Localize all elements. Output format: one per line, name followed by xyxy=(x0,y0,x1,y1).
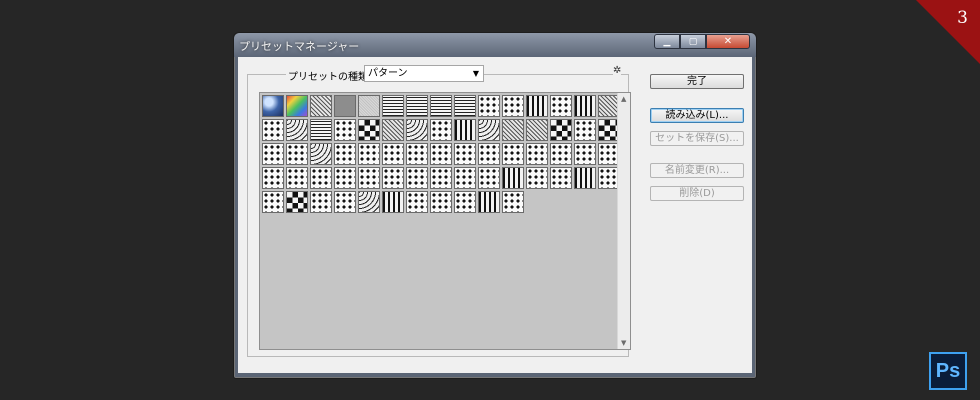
minimize-button[interactable]: ▁ xyxy=(654,34,680,49)
pattern-swatch-stripes[interactable] xyxy=(574,167,596,189)
pattern-swatch-dots[interactable] xyxy=(286,167,308,189)
pattern-swatch-dots[interactable] xyxy=(286,143,308,165)
pattern-swatch-waves[interactable] xyxy=(478,119,500,141)
pattern-swatch-gray[interactable] xyxy=(334,95,356,117)
pattern-swatch-noise[interactable] xyxy=(358,95,380,117)
dialog-client-area: プリセットの種類(P)： パターン ▼ ✲ ▲ ▼ 完了 読み込み(L)... … xyxy=(238,57,752,373)
scroll-down-icon[interactable]: ▼ xyxy=(621,339,626,347)
scroll-up-icon[interactable]: ▲ xyxy=(621,95,626,103)
pattern-swatch-dots[interactable] xyxy=(478,143,500,165)
pattern-swatch-waves[interactable] xyxy=(406,119,428,141)
title-bar[interactable]: プリセットマネージャー ▁ ▢ ✕ xyxy=(234,33,756,57)
close-button[interactable]: ✕ xyxy=(706,34,750,49)
pattern-swatch-dots[interactable] xyxy=(430,143,452,165)
pattern-swatch-dots[interactable] xyxy=(406,191,428,213)
pattern-swatch-stripes[interactable] xyxy=(454,119,476,141)
pattern-swatch-dots[interactable] xyxy=(358,167,380,189)
pattern-swatch-dots[interactable] xyxy=(502,95,524,117)
chevron-down-icon: ▼ xyxy=(472,69,479,78)
delete-button[interactable]: 削除(D) xyxy=(650,186,744,201)
pattern-swatch-stripes[interactable] xyxy=(382,191,404,213)
pattern-swatch-dots[interactable] xyxy=(262,167,284,189)
pattern-swatch-dots[interactable] xyxy=(334,119,356,141)
pattern-swatch-dots[interactable] xyxy=(574,143,596,165)
pattern-swatch-dots[interactable] xyxy=(502,191,524,213)
pattern-swatch-bubbles[interactable] xyxy=(262,95,284,117)
pattern-swatch-grid[interactable] xyxy=(310,119,332,141)
done-button[interactable]: 完了 xyxy=(650,74,744,89)
pattern-swatch-dots[interactable] xyxy=(550,143,572,165)
pattern-swatch-dots[interactable] xyxy=(334,167,356,189)
photoshop-logo: Ps xyxy=(929,352,967,390)
pattern-swatch-dots[interactable] xyxy=(430,191,452,213)
pattern-swatch-stripes[interactable] xyxy=(526,95,548,117)
pattern-swatch-dots[interactable] xyxy=(550,167,572,189)
load-button[interactable]: 読み込み(L)... xyxy=(650,108,744,123)
pattern-swatch-dots[interactable] xyxy=(526,143,548,165)
pattern-swatch-checker[interactable] xyxy=(286,191,308,213)
pattern-swatch-dots[interactable] xyxy=(262,143,284,165)
window-controls: ▁ ▢ ✕ xyxy=(654,34,750,49)
maximize-button[interactable]: ▢ xyxy=(680,34,706,49)
pattern-swatch-dots[interactable] xyxy=(430,167,452,189)
pattern-swatch-grid[interactable] xyxy=(430,95,452,117)
preset-type-dropdown[interactable]: パターン ▼ xyxy=(364,65,484,82)
pattern-swatch-dots[interactable] xyxy=(406,167,428,189)
pattern-swatch-dots[interactable] xyxy=(478,95,500,117)
pattern-swatch-dots[interactable] xyxy=(382,143,404,165)
pattern-swatch-grid[interactable] xyxy=(454,95,476,117)
pattern-swatch-dots[interactable] xyxy=(454,143,476,165)
pattern-swatch-waves[interactable] xyxy=(358,191,380,213)
rename-button[interactable]: 名前変更(R)... xyxy=(650,163,744,178)
vertical-scrollbar[interactable]: ▲ ▼ xyxy=(617,93,630,349)
pattern-swatch-stripes[interactable] xyxy=(502,167,524,189)
page-corner-badge xyxy=(916,0,980,64)
pattern-swatch-dots[interactable] xyxy=(262,191,284,213)
pattern-swatch-dots[interactable] xyxy=(574,119,596,141)
pattern-swatch-waves[interactable] xyxy=(286,119,308,141)
pattern-swatch-grid xyxy=(262,95,622,215)
pattern-swatch-stripes[interactable] xyxy=(478,191,500,213)
dialog-title: プリセットマネージャー xyxy=(239,40,360,53)
pattern-swatch-dots[interactable] xyxy=(550,95,572,117)
save-set-button[interactable]: セットを保存(S)... xyxy=(650,131,744,146)
preset-manager-dialog: プリセットマネージャー ▁ ▢ ✕ プリセットの種類(P)： パターン ▼ ✲ … xyxy=(233,32,757,379)
gear-icon[interactable]: ✲ xyxy=(613,65,622,76)
pattern-swatch-waves[interactable] xyxy=(310,143,332,165)
pattern-swatch-dots[interactable] xyxy=(262,119,284,141)
pattern-swatch-rainbow[interactable] xyxy=(286,95,308,117)
pattern-swatch-checker[interactable] xyxy=(358,119,380,141)
pattern-swatch-dots[interactable] xyxy=(454,191,476,213)
pattern-swatch-mesh[interactable] xyxy=(382,119,404,141)
pattern-swatch-dots[interactable] xyxy=(502,143,524,165)
pattern-swatch-dots[interactable] xyxy=(358,143,380,165)
pattern-swatch-dots[interactable] xyxy=(334,143,356,165)
pattern-swatch-grid[interactable] xyxy=(406,95,428,117)
pattern-swatch-stripes[interactable] xyxy=(574,95,596,117)
pattern-swatch-dots[interactable] xyxy=(310,191,332,213)
pattern-list[interactable]: ▲ ▼ xyxy=(259,92,631,350)
pattern-swatch-checker[interactable] xyxy=(550,119,572,141)
pattern-swatch-dots[interactable] xyxy=(334,191,356,213)
pattern-swatch-dots[interactable] xyxy=(478,167,500,189)
pattern-swatch-dots[interactable] xyxy=(310,167,332,189)
pattern-swatch-dots[interactable] xyxy=(526,167,548,189)
pattern-swatch-mesh[interactable] xyxy=(310,95,332,117)
pattern-swatch-dots[interactable] xyxy=(430,119,452,141)
page-number: 3 xyxy=(957,8,968,28)
preset-type-value: パターン xyxy=(368,68,408,79)
pattern-swatch-dots[interactable] xyxy=(454,167,476,189)
pattern-swatch-mesh[interactable] xyxy=(526,119,548,141)
pattern-swatch-mesh[interactable] xyxy=(502,119,524,141)
pattern-swatch-dots[interactable] xyxy=(406,143,428,165)
pattern-swatch-grid[interactable] xyxy=(382,95,404,117)
pattern-swatch-dots[interactable] xyxy=(382,167,404,189)
